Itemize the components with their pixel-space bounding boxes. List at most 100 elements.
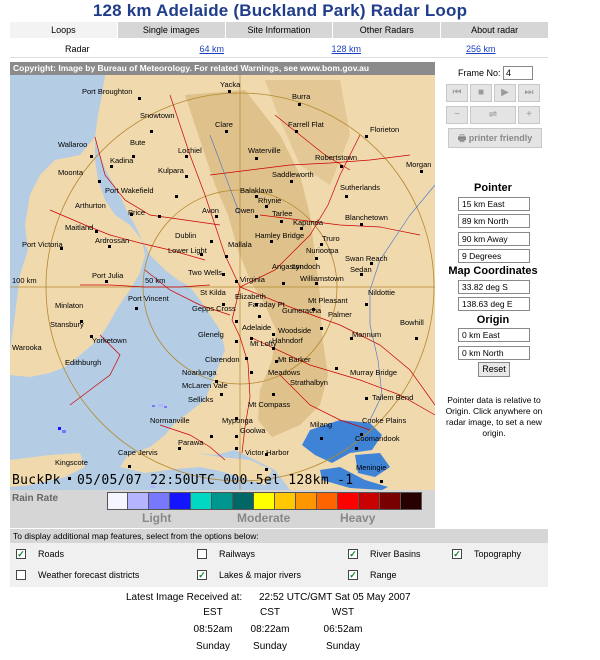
place-label: Williamstown [300,274,344,283]
last-frame-button[interactable]: ⏭ [518,84,540,102]
tab-about-radar[interactable]: About radar [441,22,548,38]
place-label: Waterville [248,146,281,155]
place-label: Gumeracha [282,306,322,315]
place-label: Meadows [268,368,300,377]
longitude-field: 138.63 deg E [458,297,530,311]
origin-north: 0 km North [458,346,530,360]
radar-map[interactable]: Port Broughton Yacka Burra Snowtown Clar… [10,75,435,490]
rain-rate-swatch [296,492,317,510]
option-forecast-districts[interactable]: Weather forecast districts [16,569,139,581]
place-label: Cape Jervis [118,448,158,457]
place-label: Cooke Plains [362,416,406,425]
range-link-64km[interactable]: 64 km [199,44,224,54]
frame-number: Frame No: [458,66,534,80]
radar-image[interactable]: Copyright: Image by Bureau of Meteorolog… [10,62,435,490]
place-label: Warooka [12,343,43,352]
tab-site-information[interactable]: Site Information [226,22,334,38]
place-label: Victor Harbor [245,448,290,457]
level-light: Light [142,511,172,525]
option-topography[interactable]: ✓ Topography [452,548,521,560]
place-label: Mt Barker [278,355,311,364]
range-label-50km: 50 km [145,276,165,285]
place-label: Palmer [328,310,352,319]
option-range[interactable]: ✓ Range [348,569,397,581]
tz-cst-day: Sunday [253,641,287,652]
rain-rate-swatch [401,492,422,510]
place-label: Mannum [352,330,381,339]
range-link-256km[interactable]: 256 km [466,44,496,54]
latest-image-label: Latest Image Received at: [126,592,243,603]
option-lakes-rivers[interactable]: ✓ Lakes & major rivers [197,569,301,581]
tz-cst-time: 08:22am [250,624,290,635]
level-moderate: Moderate [237,511,291,525]
place-label: Faraday Pt [248,300,286,309]
option-label: River Basins [370,549,421,559]
tab-bar: Loops Single images Site Information Oth… [10,22,548,38]
place-label: Edithburgh [65,358,101,367]
faster-button[interactable]: + [518,106,540,124]
place-label: Parawa [178,438,204,447]
page-title: 128 km Adelaide (Buckland Park) Radar Lo… [92,1,468,20]
place-label: Lochiel [178,146,202,155]
option-railways[interactable]: Railways [197,548,255,560]
place-label: Sutherlands [340,183,380,192]
range-link-128km[interactable]: 128 km [331,44,361,54]
place-label: Snowtown [140,111,175,120]
play-button[interactable]: ▶ [494,84,516,102]
skip-forward-icon: ⏭ [524,87,534,98]
rain-rate-swatch [107,492,128,510]
place-label: Swan Reach [345,254,388,263]
place-label: St Kilda [200,288,227,297]
place-label: Ardrossan [95,236,129,245]
printer-friendly-button[interactable]: 🖶 printer friendly [448,128,542,148]
pointer-north: 89 km North [458,214,530,228]
place-label: Mt Compass [248,400,290,409]
place-label: Murray Bridge [350,368,397,377]
place-label: Port Vincent [128,294,170,303]
rain-rate-swatch [149,492,170,510]
tz-est-day: Sunday [196,641,230,652]
stop-button[interactable]: ■ [470,84,492,102]
slower-button[interactable]: − [446,106,468,124]
place-label: Hamley Bridge [255,231,304,240]
place-label: Milang [310,420,332,429]
rain-rate-swatch [275,492,296,510]
place-label: Avon [202,206,219,215]
lakes-rivers-checkbox[interactable]: ✓ [197,570,207,580]
forecast-districts-checkbox[interactable] [16,570,26,580]
place-label: Bowhill [400,318,424,327]
reset-button[interactable]: Reset [478,362,510,377]
place-label: Bute [130,138,145,147]
option-label: Railways [219,549,256,559]
option-label: Roads [38,549,65,559]
pointer-note: Pointer data is relative to Origin. Clic… [445,395,543,438]
range-checkbox[interactable]: ✓ [348,570,358,580]
place-label: Lower Light [168,246,208,255]
tz-est-name: EST [203,607,223,618]
topography-checkbox[interactable]: ✓ [452,549,462,559]
pointer-distance: 90 km Away [458,232,530,246]
place-label: Yorketown [92,336,127,345]
place-label: Lyndoch [292,262,320,271]
place-label: Burra [292,92,311,101]
range-nav-label: Radar [64,44,90,54]
place-label: Farrell Flat [288,120,325,129]
roads-checkbox[interactable]: ✓ [16,549,26,559]
tab-other-radars[interactable]: Other Radars [333,22,442,38]
river-basins-checkbox[interactable]: ✓ [348,549,358,559]
place-label: Hahndorf [272,336,304,345]
place-label: Wallaroo [58,140,87,149]
latest-image-info: Latest Image Received at: 22:52 UTC/GMT … [126,592,411,603]
rain-rate-swatches [107,492,422,510]
printer-friendly-label: printer friendly [468,133,533,143]
radar-timestamp: BuckPk 05/05/07 22:50UTC 000.5el 128km -… [12,473,354,488]
rain-rate-swatch [338,492,359,510]
option-river-basins[interactable]: ✓ River Basins [348,548,421,560]
tab-single-images[interactable]: Single images [118,22,226,38]
tab-loops[interactable]: Loops [10,22,118,38]
frame-input[interactable] [503,66,534,80]
railways-checkbox[interactable] [197,549,207,559]
first-frame-button[interactable]: ⏮ [446,84,468,102]
option-roads[interactable]: ✓ Roads [16,548,64,560]
range-label-100km: 100 km [12,276,37,285]
